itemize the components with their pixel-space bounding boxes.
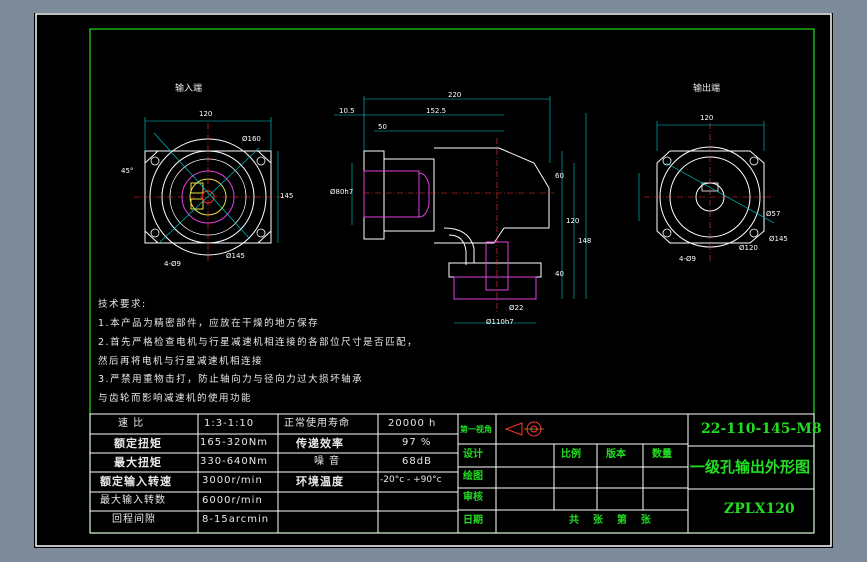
spec-r5-c0: 回程间隙 — [112, 514, 156, 525]
tb-date-label: 日期 — [463, 515, 483, 526]
spec-r0-c0: 速 比 — [118, 418, 145, 429]
dim-right-holes: 4-Ø9 — [679, 255, 696, 263]
dim-left-pcd: Ø160 — [242, 135, 261, 143]
tb-draw-label: 绘图 — [463, 471, 483, 482]
dim-center-c: 50 — [378, 123, 387, 131]
dim-center-h2: 120 — [566, 217, 580, 225]
dim-left-outer: Ø145 — [226, 252, 245, 260]
spec-r5-c1: 8-15arcmin — [202, 514, 270, 525]
input-end-view — [134, 117, 284, 263]
spec-r0-c1: 1:3-1:10 — [204, 418, 255, 429]
dim-left-side: 145 — [280, 192, 294, 200]
output-end-view — [638, 121, 776, 263]
dim-center-d3: Ø22 — [509, 304, 524, 312]
note-line-2: 2.首先严格检查电机与行星减速机相连接的各部位尺寸是否匹配， — [98, 337, 419, 348]
spec-r4-c1: 6000r/min — [202, 495, 263, 506]
tb-quantity-label: 数量 — [652, 449, 672, 460]
note-line-4: 3.严禁用重物击打，防止轴向力与径向力过大损坏轴承 — [98, 374, 364, 385]
spec-r1-c3: 97 % — [402, 437, 432, 448]
input-end-title: 输入端 — [175, 84, 203, 94]
output-end-title: 输出端 — [693, 84, 721, 94]
tb-design-label: 设计 — [463, 449, 483, 460]
spec-r1-c0: 额定扭矩 — [114, 437, 162, 450]
spec-r0-c2: 正常使用寿命 — [284, 418, 350, 429]
spec-r3-c1: 3000r/min — [202, 475, 263, 486]
spec-r4-c0: 最大输入转数 — [100, 495, 166, 506]
dim-right-d3: Ø120 — [739, 244, 758, 252]
drawing-name: 一级孔输出外形图 — [690, 458, 811, 476]
spec-r0-c3: 20000 h — [388, 418, 437, 429]
tb-version-label: 版本 — [606, 449, 626, 460]
tb-scale-label: 比例 — [561, 449, 581, 460]
spec-r3-c3: -20°c - +90°c — [380, 475, 442, 485]
dim-left-holes: 4-Ø9 — [164, 260, 181, 268]
dim-right-d1: Ø57 — [766, 210, 781, 218]
spec-r3-c2: 环境温度 — [296, 475, 344, 488]
dim-center-total: 220 — [448, 91, 462, 99]
spec-r2-c3: 68dB — [402, 456, 432, 467]
dim-left-angle: 45° — [121, 167, 134, 175]
part-number: 22-110-145-M8 — [701, 421, 822, 437]
dim-center-a: 10.5 — [339, 107, 355, 115]
spec-r2-c1: 330-640Nm — [200, 456, 269, 467]
dim-right-d2: Ø145 — [769, 235, 788, 243]
tb-sheets-label: 共 张 第 张 — [569, 515, 651, 526]
tb-projection-label: 第一视角 — [460, 424, 492, 434]
dim-center-h1: 60 — [555, 172, 564, 180]
dim-left-width: 120 — [199, 110, 213, 118]
tb-review-label: 审核 — [463, 492, 483, 503]
dim-center-b: 152.5 — [426, 107, 447, 115]
spec-r1-c2: 传递效率 — [296, 437, 344, 450]
dim-right-width: 120 — [700, 114, 714, 122]
dim-center-d2: Ø110h7 — [486, 318, 514, 326]
spec-r2-c2: 噪 音 — [314, 456, 341, 467]
drawing-sheet: 输入端 输出端 120 Ø160 145 45° 4-Ø9 Ø145 220 1… — [34, 13, 833, 548]
note-line-1: 1.本产品为精密部件，应放在干燥的地方保存 — [98, 318, 320, 329]
note-line-3: 然后再将电机与行星减速机相连接 — [98, 356, 264, 367]
model-number: ZPLX120 — [724, 501, 795, 517]
section-view — [334, 96, 587, 324]
dim-center-d1: Ø80h7 — [330, 188, 354, 196]
spec-r1-c1: 165-320Nm — [200, 437, 269, 448]
first-angle-projection-icon — [504, 421, 544, 437]
note-line-5: 与齿轮而影响减速机的使用功能 — [98, 393, 253, 404]
dim-center-h3: 148 — [578, 237, 592, 245]
spec-r3-c0: 额定输入转速 — [100, 475, 172, 488]
dim-center-h4: 40 — [555, 270, 564, 278]
notes-title: 技术要求: — [98, 299, 147, 310]
spec-r2-c0: 最大扭矩 — [114, 456, 162, 469]
